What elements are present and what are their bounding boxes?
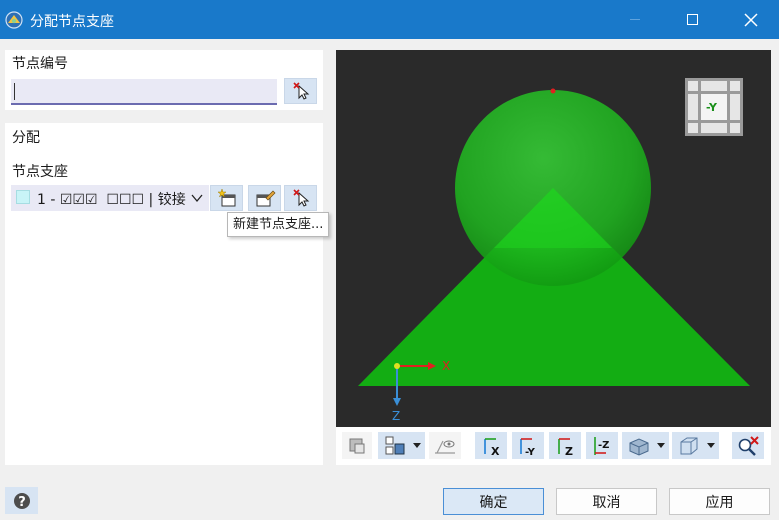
- app-icon: [5, 11, 23, 29]
- pick-support-button[interactable]: [284, 185, 317, 211]
- minimize-icon: [630, 19, 640, 20]
- svg-text:X: X: [491, 445, 500, 458]
- reset-zoom-button[interactable]: [732, 432, 764, 459]
- ok-button[interactable]: 确定: [443, 488, 544, 515]
- wireframe-box-button[interactable]: [672, 432, 719, 459]
- display-options-button[interactable]: [342, 432, 372, 459]
- pick-cursor-icon: [292, 82, 309, 100]
- new-support-button[interactable]: [210, 185, 243, 211]
- view-toolbar: X -Y Z -Z: [336, 427, 771, 465]
- view-cube-label: -Y: [706, 101, 717, 114]
- chevron-down-icon: [191, 194, 203, 203]
- reset-zoom-icon: [738, 435, 759, 456]
- pick-node-button[interactable]: [284, 78, 317, 104]
- view-minus-y-button[interactable]: -Y: [512, 432, 544, 459]
- view-x-button[interactable]: X: [475, 432, 507, 459]
- axis-z-label: Z: [392, 409, 401, 423]
- wireframe-box-icon: [680, 437, 697, 454]
- maximize-icon: [686, 14, 698, 25]
- node-number-label: 节点编号: [12, 56, 68, 72]
- view-minus-y-icon: -Y: [520, 437, 536, 458]
- display-options-icon: [349, 438, 365, 453]
- help-button[interactable]: ?: [5, 487, 38, 514]
- support-color-swatch: [16, 190, 30, 204]
- view-minus-z-button[interactable]: -Z: [586, 432, 618, 459]
- edit-item-icon: [256, 190, 275, 207]
- svg-text:-Z: -Z: [598, 440, 609, 451]
- assign-label: 分配: [12, 130, 40, 146]
- isometric-view-button[interactable]: [622, 432, 669, 459]
- dropdown-arrow-icon: [707, 443, 715, 448]
- node-number-panel: 节点编号: [5, 50, 323, 110]
- new-support-tooltip: 新建节点支座...: [227, 212, 330, 237]
- view-settings-icon: [385, 436, 404, 454]
- view-z-icon: Z: [558, 437, 573, 458]
- close-icon: [744, 12, 758, 27]
- nodal-support-label: 节点支座: [12, 164, 68, 180]
- maximize-button[interactable]: [669, 0, 715, 39]
- title-bar: 分配节点支座: [0, 0, 779, 39]
- view-z-button[interactable]: Z: [549, 432, 581, 459]
- isometric-view-icon: [629, 437, 648, 456]
- svg-text:Z: Z: [565, 445, 573, 458]
- text-caret: [14, 83, 15, 100]
- dropdown-arrow-icon: [413, 443, 421, 448]
- close-button[interactable]: [728, 0, 774, 39]
- svg-text:?: ?: [18, 495, 26, 510]
- node-number-input[interactable]: [11, 79, 277, 105]
- window-title: 分配节点支座: [30, 14, 114, 30]
- svg-text:-Y: -Y: [525, 447, 536, 458]
- new-item-icon: [216, 188, 235, 207]
- assign-panel: 分配 节点支座 1 - ☑☑☑ ☐☐☐ | 铰接: [5, 123, 323, 465]
- dropdown-arrow-icon: [657, 443, 665, 448]
- view-settings-button[interactable]: [378, 432, 425, 459]
- render-mode-icon: [435, 440, 455, 454]
- minimize-button[interactable]: [612, 0, 658, 39]
- axis-x-label: X: [442, 359, 451, 373]
- apply-button[interactable]: 应用: [669, 488, 770, 515]
- support-select-value: 1 - ☑☑☑ ☐☐☐ | 铰接: [37, 192, 186, 208]
- render-mode-button[interactable]: [429, 432, 461, 459]
- nodal-support-select[interactable]: 1 - ☑☑☑ ☐☐☐ | 铰接: [11, 185, 209, 211]
- edit-support-button[interactable]: [248, 185, 281, 211]
- view-minus-z-icon: -Z: [594, 436, 609, 455]
- help-icon: ?: [13, 492, 30, 510]
- 3d-viewport[interactable]: -Y X Z: [336, 50, 771, 427]
- node-point: [550, 88, 556, 94]
- pick-cursor-icon: [292, 189, 309, 207]
- cancel-button[interactable]: 取消: [556, 488, 657, 515]
- view-x-icon: X: [484, 437, 500, 458]
